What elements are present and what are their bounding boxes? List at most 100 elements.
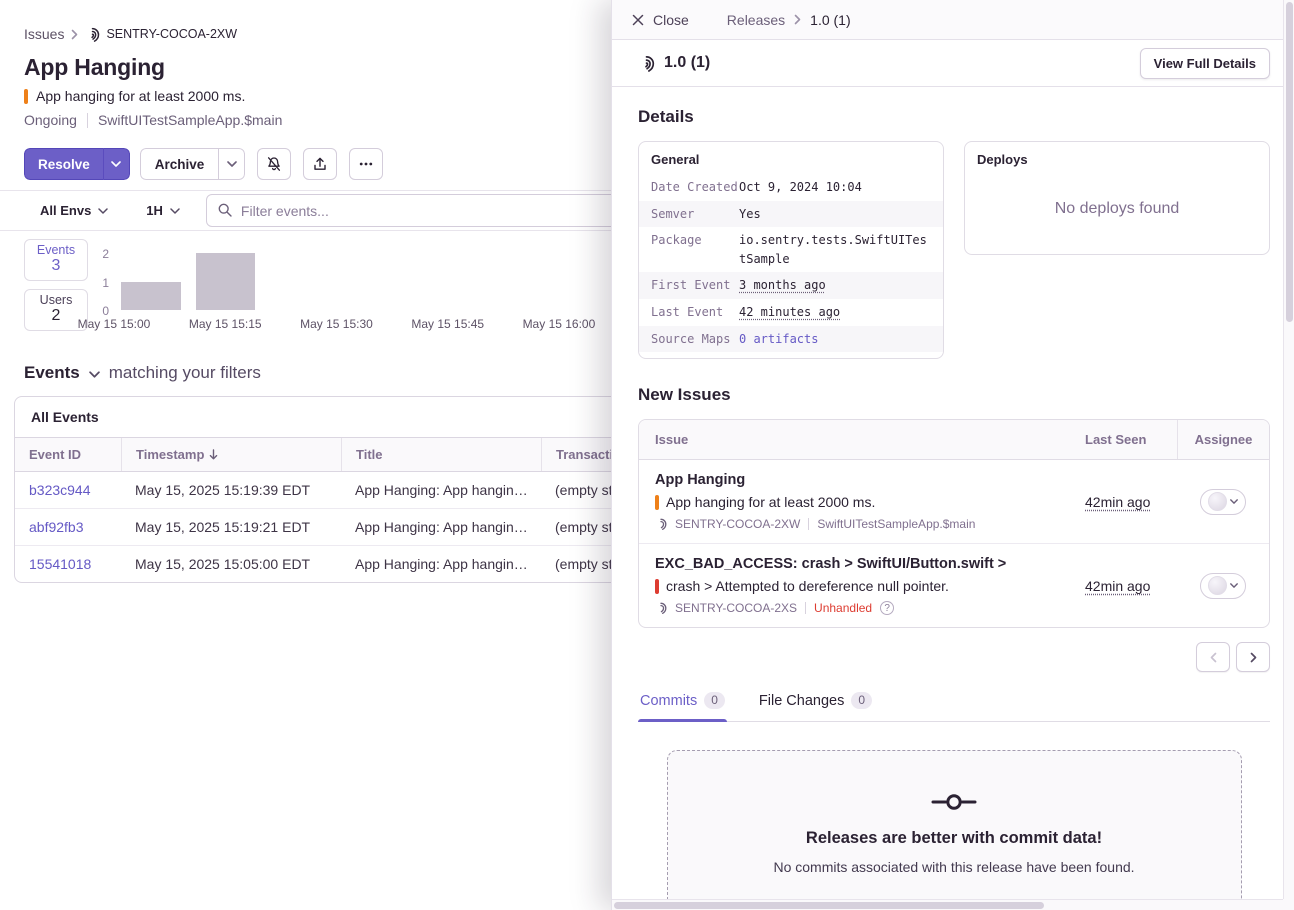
- mute-button[interactable]: [257, 148, 291, 180]
- breadcrumb-project-label: SENTRY-COCOA-2XW: [106, 27, 237, 41]
- events-stat-label: Events: [25, 243, 87, 257]
- deploys-card: Deploys No deploys found: [964, 141, 1270, 255]
- column-timestamp[interactable]: Timestamp: [121, 438, 341, 471]
- new-issue-last-seen[interactable]: 42min ago: [1069, 494, 1177, 510]
- kv-value[interactable]: 3 months ago: [739, 276, 826, 295]
- chevron-right-icon: [71, 29, 78, 40]
- events-stat-toggle[interactable]: Events 3: [24, 239, 88, 281]
- new-issue-title[interactable]: EXC_BAD_ACCESS: crash > SwiftUI/Button.s…: [655, 556, 1053, 572]
- date-range-filter[interactable]: 1H: [146, 203, 180, 218]
- ellipsis-icon: [358, 156, 374, 172]
- issue-context: SwiftUITestSampleApp.$main: [98, 112, 282, 128]
- breadcrumb-issues-link[interactable]: Issues: [24, 26, 64, 42]
- chevron-down-icon: [1230, 583, 1238, 588]
- tab-file-changes[interactable]: File Changes 0: [757, 684, 874, 721]
- git-commit-icon: [698, 791, 1211, 813]
- commits-empty-state: Releases are better with commit data! No…: [667, 750, 1242, 910]
- events-heading-title: Events: [24, 363, 80, 383]
- new-issue-sub-row: App hanging for at least 2000 ms.: [655, 494, 1053, 510]
- general-row: First Event 3 months ago: [639, 272, 943, 299]
- drawer-breadcrumb: Releases 1.0 (1): [727, 12, 851, 28]
- level-indicator: [24, 89, 28, 104]
- help-icon[interactable]: ?: [880, 601, 894, 615]
- general-kv-list: Date Created Oct 9, 2024 10:04 Semver Ye…: [639, 174, 943, 358]
- close-label: Close: [653, 12, 689, 28]
- resolve-button[interactable]: Resolve: [24, 148, 103, 180]
- drawer-title-row: 1.0 (1) View Full Details: [612, 40, 1294, 87]
- assignee-dropdown[interactable]: [1200, 489, 1246, 515]
- close-drawer-button[interactable]: Close: [632, 12, 689, 28]
- environment-filter[interactable]: All Envs: [40, 203, 108, 218]
- tab-file-changes-count: 0: [851, 692, 872, 709]
- new-issue-row[interactable]: EXC_BAD_ACCESS: crash > SwiftUI/Button.s…: [639, 544, 1269, 627]
- horizontal-scrollbar-thumb[interactable]: [614, 902, 1044, 909]
- deploys-card-title: Deploys: [965, 142, 1269, 174]
- vertical-scrollbar[interactable]: [1283, 0, 1294, 899]
- archive-button[interactable]: Archive: [140, 148, 219, 180]
- sentry-project-icon: [655, 518, 667, 530]
- tab-commits[interactable]: Commits 0: [638, 684, 727, 721]
- resolve-dropdown-button[interactable]: [103, 148, 130, 180]
- archive-dropdown-button[interactable]: [218, 148, 245, 180]
- general-row: Source Maps 0 artifacts: [639, 326, 943, 353]
- column-assignee: Assignee: [1177, 420, 1269, 459]
- event-id-link[interactable]: b323c944: [15, 472, 121, 508]
- event-id-link[interactable]: abf92fb3: [15, 509, 121, 545]
- new-issue-main: App Hanging App hanging for at least 200…: [639, 472, 1069, 531]
- date-range-filter-label: 1H: [146, 203, 163, 218]
- new-issue-subtitle: App hanging for at least 2000 ms.: [666, 494, 875, 510]
- new-issues-body: App Hanging App hanging for at least 200…: [639, 460, 1269, 627]
- horizontal-scrollbar[interactable]: [612, 899, 1283, 910]
- releases-breadcrumb-link[interactable]: Releases: [727, 12, 785, 28]
- new-issue-row[interactable]: App Hanging App hanging for at least 200…: [639, 460, 1269, 544]
- chevron-right-icon: [794, 14, 801, 25]
- events-stat-value: 3: [25, 257, 87, 275]
- chevron-right-icon: [1250, 652, 1257, 663]
- issue-culprit: App hanging for at least 2000 ms.: [36, 88, 245, 104]
- kv-value[interactable]: 42 minutes ago: [739, 303, 840, 322]
- events-heading-dropdown[interactable]: [89, 371, 100, 378]
- new-issue-meta: SENTRY-COCOA-2XS Unhandled ?: [655, 601, 1053, 615]
- event-timestamp: May 15, 2025 15:19:21 EDT: [121, 509, 341, 545]
- more-actions-button[interactable]: [349, 148, 383, 180]
- new-issue-subtitle: crash > Attempted to dereference null po…: [666, 578, 949, 594]
- sentry-release-icon: [638, 55, 655, 72]
- new-issue-context: SwiftUITestSampleApp.$main: [817, 517, 975, 531]
- general-card-title: General: [639, 142, 943, 174]
- vertical-scrollbar-thumb[interactable]: [1286, 2, 1293, 322]
- new-issues-panel: Issue Last Seen Assignee App Hanging App…: [638, 419, 1270, 628]
- new-issues-header: Issue Last Seen Assignee: [639, 420, 1269, 460]
- chevron-down-icon: [170, 208, 180, 214]
- sentry-project-icon: [85, 27, 100, 42]
- breadcrumb-project[interactable]: SENTRY-COCOA-2XW: [85, 27, 237, 42]
- new-issue-last-seen[interactable]: 42min ago: [1069, 578, 1177, 594]
- new-issue-title[interactable]: App Hanging: [655, 472, 1053, 488]
- next-page-button[interactable]: [1236, 642, 1270, 672]
- new-issue-project: SENTRY-COCOA-2XW: [675, 517, 800, 531]
- column-event-id[interactable]: Event ID: [15, 438, 121, 471]
- magnifier-icon: [217, 202, 233, 218]
- chart-y-tick: 1: [102, 277, 109, 289]
- chart-x-axis: May 15 15:00May 15 15:15May 15 15:30May …: [114, 317, 596, 333]
- general-row: Date Created Oct 9, 2024 10:04: [639, 174, 943, 201]
- general-row: Last Event 42 minutes ago: [639, 299, 943, 326]
- kv-key: First Event: [651, 276, 739, 295]
- column-title[interactable]: Title: [341, 438, 541, 471]
- view-full-details-button[interactable]: View Full Details: [1140, 48, 1270, 79]
- assignee-dropdown[interactable]: [1200, 573, 1246, 599]
- event-id-link[interactable]: 15541018: [15, 546, 121, 582]
- divider: [805, 602, 806, 614]
- chart-x-tick: May 15 15:00: [78, 317, 151, 331]
- upload-icon: [312, 156, 328, 172]
- commits-empty-subtitle: No commits associated with this release …: [698, 859, 1211, 875]
- event-title: App Hanging: App hangin…: [341, 509, 541, 545]
- share-button[interactable]: [303, 148, 337, 180]
- kv-value: Yes: [739, 205, 761, 224]
- tab-commits-count: 0: [704, 692, 725, 709]
- unhandled-tag: Unhandled: [814, 601, 872, 615]
- previous-page-button[interactable]: [1196, 642, 1230, 672]
- kv-value[interactable]: 0 artifacts: [739, 330, 818, 349]
- environment-filter-label: All Envs: [40, 203, 91, 218]
- column-timestamp-label: Timestamp: [136, 447, 204, 462]
- kv-value: io.sentry.tests.SwiftUITestSample: [739, 231, 931, 268]
